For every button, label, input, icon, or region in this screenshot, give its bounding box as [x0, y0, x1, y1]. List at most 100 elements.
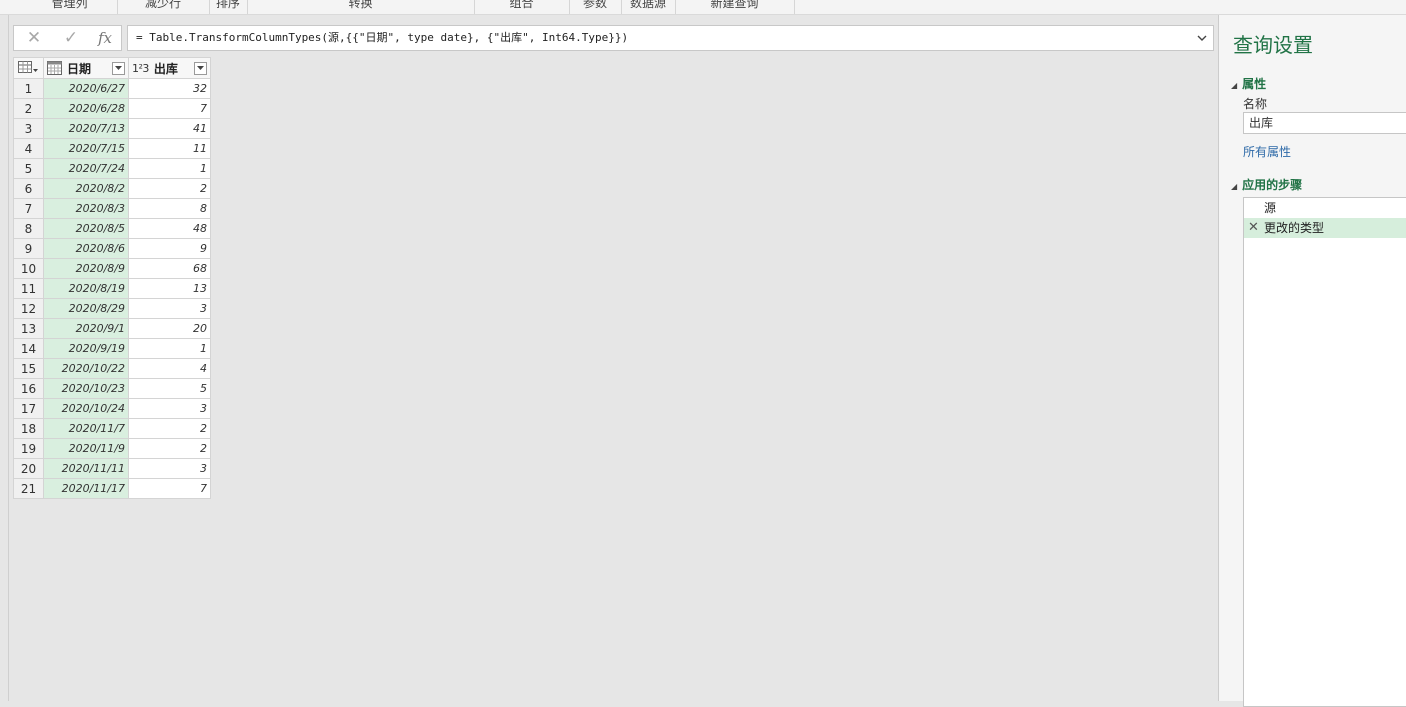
- formula-input[interactable]: = Table.TransformColumnTypes(源,{{"日期", t…: [127, 25, 1214, 51]
- cell-date[interactable]: 2020/9/1: [43, 318, 129, 339]
- row-number[interactable]: 14: [13, 338, 44, 359]
- row-number[interactable]: 18: [13, 418, 44, 439]
- cell-date[interactable]: 2020/8/5: [43, 218, 129, 239]
- cell-out[interactable]: 1: [128, 158, 211, 179]
- cell-out[interactable]: 32: [128, 78, 211, 99]
- cell-out[interactable]: 2: [128, 438, 211, 459]
- cell-date[interactable]: 2020/8/29: [43, 298, 129, 319]
- table-row[interactable]: 14 2020/9/19 1: [13, 338, 211, 359]
- chevron-down-icon[interactable]: [1197, 33, 1207, 43]
- cell-out[interactable]: 13: [128, 278, 211, 299]
- row-number[interactable]: 9: [13, 238, 44, 259]
- cell-out[interactable]: 11: [128, 138, 211, 159]
- row-number[interactable]: 20: [13, 458, 44, 479]
- cell-out[interactable]: 3: [128, 458, 211, 479]
- cell-date[interactable]: 2020/7/13: [43, 118, 129, 139]
- table-row[interactable]: 12 2020/8/29 3: [13, 298, 211, 319]
- delete-step-icon[interactable]: ✕: [1248, 218, 1259, 238]
- table-menu-button[interactable]: [13, 57, 44, 79]
- cell-out[interactable]: 8: [128, 198, 211, 219]
- table-row[interactable]: 21 2020/11/17 7: [13, 478, 211, 499]
- table-row[interactable]: 9 2020/8/6 9: [13, 238, 211, 259]
- row-number[interactable]: 10: [13, 258, 44, 279]
- close-icon[interactable]: ✕: [19, 28, 49, 48]
- cell-date[interactable]: 2020/6/27: [43, 78, 129, 99]
- cell-date[interactable]: 2020/11/11: [43, 458, 129, 479]
- filter-dropdown-out[interactable]: [194, 61, 207, 75]
- cell-out[interactable]: 48: [128, 218, 211, 239]
- collapse-triangle-icon[interactable]: ◢: [1231, 182, 1237, 191]
- cell-date[interactable]: 2020/8/6: [43, 238, 129, 259]
- table-row[interactable]: 7 2020/8/3 8: [13, 198, 211, 219]
- row-number[interactable]: 17: [13, 398, 44, 419]
- all-properties-link[interactable]: 所有属性: [1243, 143, 1291, 160]
- table-row[interactable]: 20 2020/11/11 3: [13, 458, 211, 479]
- cell-date[interactable]: 2020/10/24: [43, 398, 129, 419]
- cell-out[interactable]: 7: [128, 98, 211, 119]
- fx-icon[interactable]: fx: [90, 28, 120, 48]
- column-header-date[interactable]: 日期: [43, 57, 129, 79]
- cell-out[interactable]: 2: [128, 178, 211, 199]
- cell-date[interactable]: 2020/10/23: [43, 378, 129, 399]
- table-row[interactable]: 18 2020/11/7 2: [13, 418, 211, 439]
- table-row[interactable]: 15 2020/10/22 4: [13, 358, 211, 379]
- cell-date[interactable]: 2020/8/3: [43, 198, 129, 219]
- cell-date[interactable]: 2020/9/19: [43, 338, 129, 359]
- row-number[interactable]: 16: [13, 378, 44, 399]
- table-row[interactable]: 1 2020/6/27 32: [13, 78, 211, 99]
- table-row[interactable]: 6 2020/8/2 2: [13, 178, 211, 199]
- table-row[interactable]: 11 2020/8/19 13: [13, 278, 211, 299]
- cell-out[interactable]: 3: [128, 298, 211, 319]
- cell-out[interactable]: 4: [128, 358, 211, 379]
- cell-date[interactable]: 2020/11/7: [43, 418, 129, 439]
- cell-out[interactable]: 20: [128, 318, 211, 339]
- cell-out[interactable]: 7: [128, 478, 211, 499]
- cell-out[interactable]: 9: [128, 238, 211, 259]
- step-changed-type[interactable]: ✕ 更改的类型: [1244, 218, 1406, 238]
- row-number[interactable]: 12: [13, 298, 44, 319]
- row-number[interactable]: 3: [13, 118, 44, 139]
- whole-number-type-icon[interactable]: 1²3: [132, 62, 149, 75]
- cell-date[interactable]: 2020/11/17: [43, 478, 129, 499]
- row-number[interactable]: 21: [13, 478, 44, 499]
- cell-out[interactable]: 5: [128, 378, 211, 399]
- column-header-out[interactable]: 1²3 出库: [128, 57, 211, 79]
- table-row[interactable]: 4 2020/7/15 11: [13, 138, 211, 159]
- collapse-triangle-icon[interactable]: ◢: [1231, 81, 1237, 90]
- table-row[interactable]: 10 2020/8/9 68: [13, 258, 211, 279]
- row-number[interactable]: 15: [13, 358, 44, 379]
- row-number[interactable]: 1: [13, 78, 44, 99]
- calendar-icon[interactable]: [47, 61, 62, 75]
- cell-out[interactable]: 68: [128, 258, 211, 279]
- table-row[interactable]: 3 2020/7/13 41: [13, 118, 211, 139]
- table-row[interactable]: 2 2020/6/28 7: [13, 98, 211, 119]
- table-row[interactable]: 13 2020/9/1 20: [13, 318, 211, 339]
- row-number[interactable]: 4: [13, 138, 44, 159]
- properties-section-header[interactable]: ◢ 属性: [1231, 75, 1266, 92]
- cell-out[interactable]: 1: [128, 338, 211, 359]
- cell-date[interactable]: 2020/7/24: [43, 158, 129, 179]
- table-row[interactable]: 16 2020/10/23 5: [13, 378, 211, 399]
- table-row[interactable]: 5 2020/7/24 1: [13, 158, 211, 179]
- cell-date[interactable]: 2020/6/28: [43, 98, 129, 119]
- row-number[interactable]: 2: [13, 98, 44, 119]
- cell-out[interactable]: 2: [128, 418, 211, 439]
- cell-date[interactable]: 2020/8/19: [43, 278, 129, 299]
- row-number[interactable]: 6: [13, 178, 44, 199]
- table-row[interactable]: 8 2020/8/5 48: [13, 218, 211, 239]
- row-number[interactable]: 11: [13, 278, 44, 299]
- row-number[interactable]: 8: [13, 218, 44, 239]
- row-number[interactable]: 19: [13, 438, 44, 459]
- query-name-input[interactable]: 出库: [1243, 112, 1406, 134]
- filter-dropdown-date[interactable]: [112, 61, 125, 75]
- row-number[interactable]: 5: [13, 158, 44, 179]
- cell-date[interactable]: 2020/11/9: [43, 438, 129, 459]
- cell-out[interactable]: 41: [128, 118, 211, 139]
- cell-date[interactable]: 2020/8/9: [43, 258, 129, 279]
- row-number[interactable]: 13: [13, 318, 44, 339]
- table-row[interactable]: 17 2020/10/24 3: [13, 398, 211, 419]
- applied-steps-section-header[interactable]: ◢ 应用的步骤: [1231, 176, 1302, 193]
- step-source[interactable]: 源: [1244, 198, 1406, 218]
- cell-out[interactable]: 3: [128, 398, 211, 419]
- cell-date[interactable]: 2020/8/2: [43, 178, 129, 199]
